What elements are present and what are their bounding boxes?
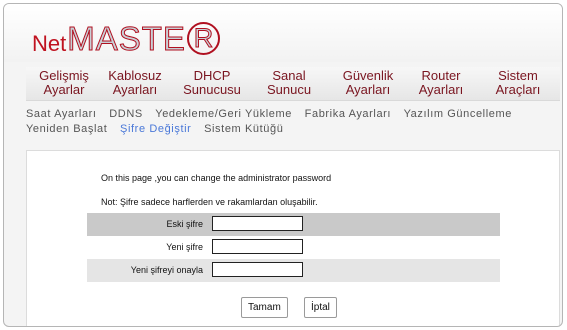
confirm-password-label: Yeni şifreyi onayla bbox=[130, 265, 203, 275]
nav-label-line2: Sunucu bbox=[266, 82, 312, 97]
new-password-label: Yeni şifre bbox=[166, 242, 203, 252]
nav-dhcp-sunucusu[interactable]: DHCP Sunucusu bbox=[181, 69, 243, 97]
router-window: Net MASTE R Gelişmiş Ayarlar Kablosuz Ay… bbox=[3, 3, 563, 327]
sub-nav: Saat Ayarları DDNS Yedekleme/Geri Yüklem… bbox=[26, 107, 546, 137]
nav-label-line2: Ayarları bbox=[345, 82, 391, 97]
logo-r: R bbox=[186, 22, 220, 55]
cancel-button[interactable]: İptal bbox=[304, 297, 337, 318]
nav-label-line2: Ayarları bbox=[112, 82, 158, 97]
new-password-row: Yeni şifre bbox=[87, 236, 500, 259]
nav-sistem-araclari[interactable]: Sistem Araçları bbox=[489, 69, 547, 97]
nav-label-line2: Sunucusu bbox=[183, 82, 241, 97]
nav-label-line2: Araçları bbox=[495, 82, 541, 97]
nav-label-line1: DHCP bbox=[193, 68, 231, 83]
nav-label-line1: Güvenlik bbox=[342, 68, 394, 83]
nav-label-line1: Kablosuz bbox=[108, 68, 162, 83]
subnav-saat-ayarlari[interactable]: Saat Ayarları bbox=[26, 108, 97, 120]
note-text: Not: Şifre sadece harflerden ve rakamlar… bbox=[101, 197, 318, 207]
nav-guvenlik-ayarlari[interactable]: Güvenlik Ayarları bbox=[338, 69, 398, 97]
info-text: On this page ,you can change the adminis… bbox=[101, 173, 332, 183]
old-password-label: Eski şifre bbox=[166, 219, 203, 229]
nav-label-line1: Router bbox=[421, 68, 461, 83]
subnav-yedekleme[interactable]: Yedekleme/Geri Yükleme bbox=[155, 108, 292, 120]
nav-kablosuz-ayarlari[interactable]: Kablosuz Ayarları bbox=[106, 69, 164, 97]
main-nav: Gelişmiş Ayarlar Kablosuz Ayarları DHCP … bbox=[26, 67, 560, 101]
logo-master: MASTE bbox=[67, 20, 186, 57]
new-password-input[interactable] bbox=[212, 239, 303, 254]
subnav-sistem-kutugu[interactable]: Sistem Kütüğü bbox=[204, 123, 283, 135]
old-password-row: Eski şifre bbox=[87, 213, 500, 236]
confirm-password-row: Yeni şifreyi onayla bbox=[87, 259, 500, 282]
password-panel: On this page ,you can change the adminis… bbox=[26, 150, 560, 326]
nav-label-line1: Sanal bbox=[272, 68, 306, 83]
nav-label-line1: Sistem bbox=[498, 68, 538, 83]
nav-label-line2: Ayarlar bbox=[43, 82, 85, 97]
nav-label-line1: Gelişmiş bbox=[39, 68, 89, 83]
ok-button[interactable]: Tamam bbox=[241, 297, 288, 318]
nav-label-line2: Ayarları bbox=[418, 82, 464, 97]
confirm-password-input[interactable] bbox=[212, 262, 303, 277]
subnav-yeniden-baslat[interactable]: Yeniden Başlat bbox=[26, 123, 107, 135]
subnav-fabrika-ayarlari[interactable]: Fabrika Ayarları bbox=[305, 108, 391, 120]
subnav-sifre-degistir[interactable]: Şifre Değiştir bbox=[120, 123, 191, 135]
header: Net MASTE R bbox=[4, 4, 562, 62]
nav-router-ayarlari[interactable]: Router Ayarları bbox=[414, 69, 468, 97]
netmaster-logo: Net MASTE R bbox=[32, 20, 220, 57]
nav-gelismis-ayarlar[interactable]: Gelişmiş Ayarlar bbox=[36, 69, 92, 97]
nav-sanal-sunucu[interactable]: Sanal Sunucu bbox=[264, 69, 314, 97]
old-password-input[interactable] bbox=[212, 216, 303, 231]
subnav-ddns[interactable]: DDNS bbox=[109, 108, 143, 120]
subnav-yazilim-guncelleme[interactable]: Yazılım Güncelleme bbox=[404, 108, 512, 120]
logo-net: Net bbox=[32, 31, 67, 56]
